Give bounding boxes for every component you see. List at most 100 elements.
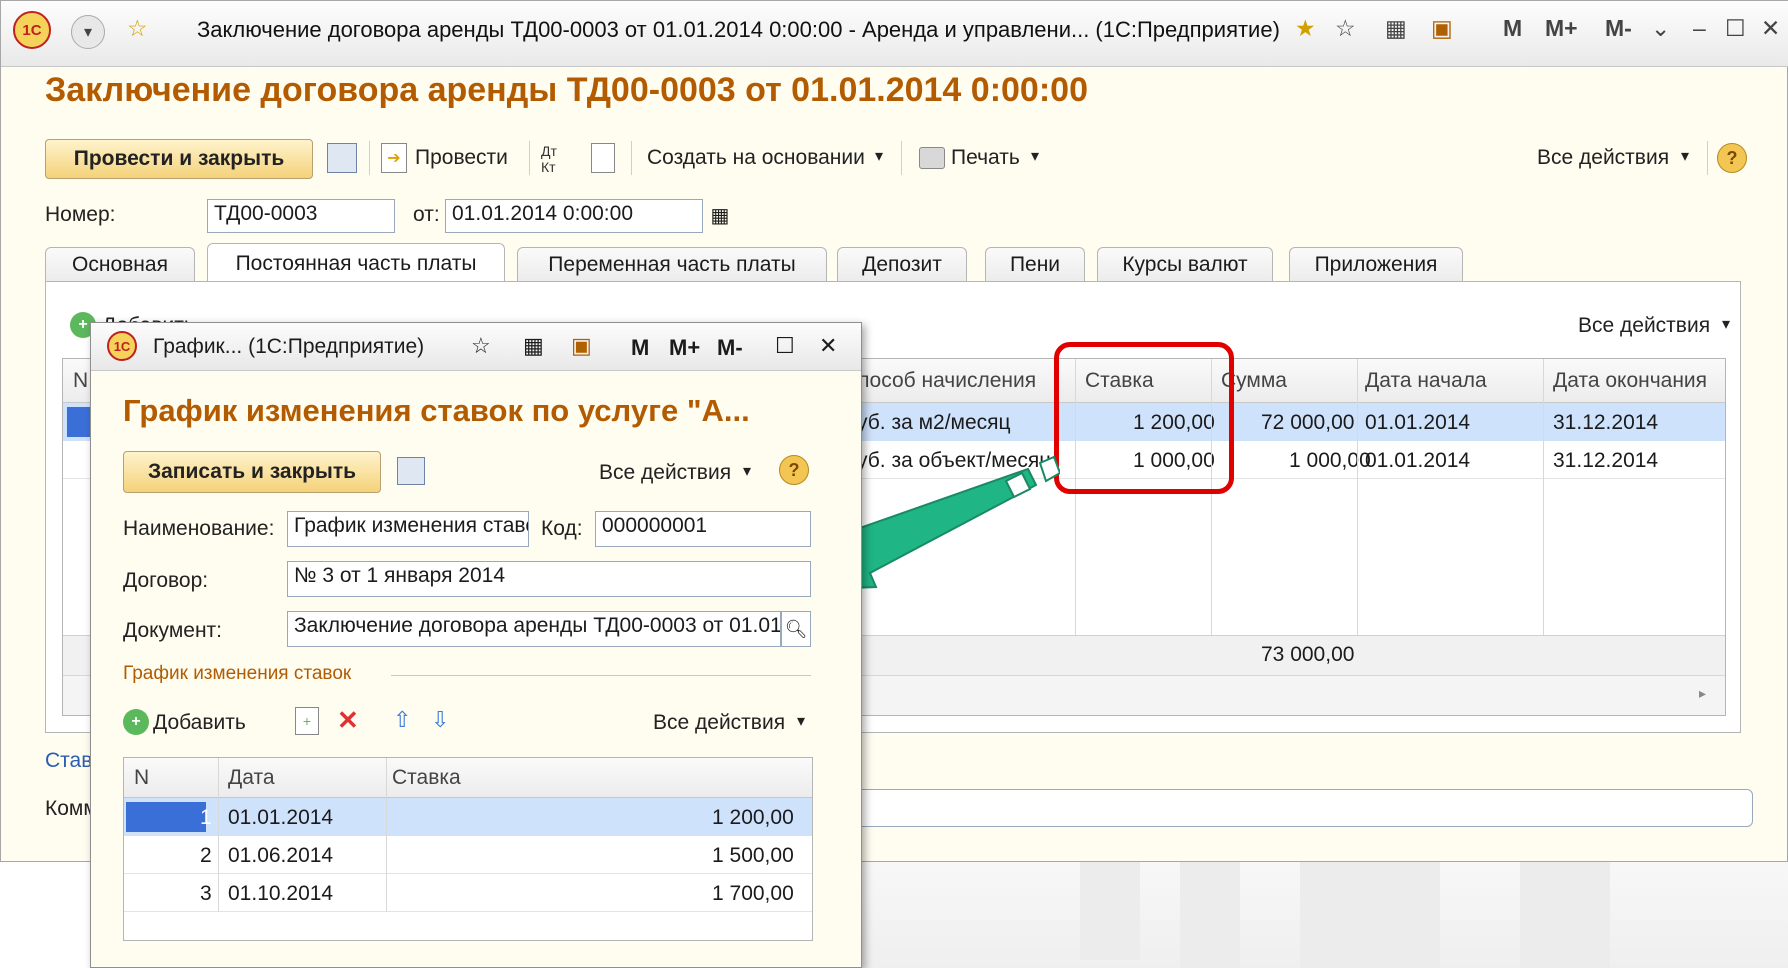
memory-m-button[interactable]: M [1503,15,1522,42]
number-field[interactable]: ТД00-0003 [207,199,395,233]
tab-main[interactable]: Основная [45,247,195,281]
favorite-star-icon[interactable]: ☆ [127,15,148,42]
tab-deposit[interactable]: Депозит [837,247,967,281]
row1-end: 31.12.2014 [1553,411,1659,434]
memory-mminus-button[interactable]: M- [717,335,743,361]
toolbar-divider [529,141,530,175]
app-logo-icon[interactable]: 1С [107,331,137,361]
row2-rate: 1 500,00 [712,844,794,867]
close-icon[interactable]: ✕ [819,333,837,359]
document-field[interactable]: Заключение договора аренды ТД00-0003 от … [287,611,781,647]
calendar-icon[interactable]: ▣ [1431,15,1453,42]
tab-fixed-payment[interactable]: Постоянная часть платы [207,243,505,283]
tab-variable-payment[interactable]: Переменная часть платы [517,247,827,281]
col-rate-header[interactable]: Ставка [392,766,461,790]
title-bar: 1С ▾ ☆ Заключение договора аренды ТД00-0… [1,1,1788,67]
chevron-down-icon[interactable]: ▾ [1681,146,1689,166]
toolbar-divider [901,141,902,175]
bookmark-icon[interactable]: ☆ [471,333,491,359]
delete-icon[interactable]: ✕ [337,705,359,736]
move-up-icon[interactable]: ⇧ [393,707,411,733]
window-title: Заключение договора аренды ТД00-0003 от … [197,17,1280,42]
close-icon[interactable]: ✕ [1761,15,1780,42]
memory-mplus-button[interactable]: M+ [669,335,700,361]
post-button[interactable]: Провести [415,146,508,170]
minimize-icon[interactable]: – [1693,15,1706,42]
scroll-right-icon[interactable]: ▸ [1699,685,1706,702]
contract-field[interactable]: № 3 от 1 января 2014 [287,561,811,597]
chevron-down-icon[interactable]: ⌄ [1651,15,1670,42]
search-icon[interactable]: 🔍︎ [781,611,811,647]
col-end-header[interactable]: Дата окончания [1553,369,1707,393]
dialog-title: График... (1С:Предприятие) [153,335,425,358]
col-divider [386,758,387,912]
calendar-icon[interactable]: ▣ [571,333,592,359]
memory-m-button[interactable]: M [631,335,649,361]
help-icon[interactable]: ? [779,455,809,485]
contract-label: Договор: [123,569,209,592]
save-icon[interactable] [397,457,425,485]
calculator-icon[interactable]: ▦ [523,333,544,359]
all-actions-button[interactable]: Все действия [1537,146,1669,170]
row2-end: 31.12.2014 [1553,449,1659,472]
move-down-icon[interactable]: ⇩ [431,707,449,733]
date-field[interactable]: 01.01.2014 0:00:00 [445,199,703,233]
col-n-header[interactable]: N [73,369,88,393]
col-divider [1357,359,1358,675]
create-based-on-button[interactable]: Создать на основании [647,146,865,170]
chevron-down-icon[interactable]: ▾ [743,461,751,481]
page-title: Заключение договора аренды ТД00-0003 от … [45,71,1088,109]
row1-date: 01.01.2014 [228,806,334,829]
group-title: График изменения ставок [123,663,352,684]
chevron-down-icon[interactable]: ▾ [1722,314,1730,334]
save-icon[interactable] [327,143,357,173]
calculator-icon[interactable]: ▦ [1385,15,1407,42]
add-row-button[interactable]: Добавить [153,711,246,735]
document-icon[interactable] [591,143,615,173]
row1-sum: 72 000,00 [1261,411,1355,434]
col-n-header[interactable]: N [134,766,149,790]
post-and-close-button[interactable]: Провести и закрыть [45,139,313,179]
help-icon[interactable]: ? [1717,143,1747,173]
row1-rate: 1 200,00 [712,806,794,829]
dialog-all-actions-button[interactable]: Все действия [599,461,731,485]
chevron-down-icon[interactable]: ▾ [797,711,805,731]
memory-mplus-button[interactable]: M+ [1545,15,1578,42]
bookmark-icon[interactable]: ☆ [1335,15,1356,42]
chevron-down-icon[interactable]: ▾ [1031,146,1039,166]
post-document-icon[interactable]: ➔ [381,143,407,173]
col-date-header[interactable]: Дата [228,766,275,790]
comment-field[interactable] [845,789,1753,827]
memory-mminus-button[interactable]: M- [1605,15,1632,42]
code-field[interactable]: 000000001 [595,511,811,547]
add-icon[interactable]: + [123,709,149,735]
col-divider [218,758,219,912]
col-method-header[interactable]: Способ начисления [843,369,1036,393]
dt-kt-icon[interactable]: Дт Кт [541,143,557,175]
tab-penalties[interactable]: Пени [985,247,1085,281]
printer-icon[interactable] [919,147,945,169]
grid-all-actions-button[interactable]: Все действия [653,711,785,735]
date-from-label: от: [413,203,440,226]
dialog-header: График изменения ставок по услуге "А... [123,393,750,428]
copy-icon[interactable]: + [295,707,319,735]
col-start-header[interactable]: Дата начала [1365,369,1487,393]
calendar-picker-icon[interactable]: ▦ [707,201,733,229]
grid-all-actions-button[interactable]: Все действия [1578,314,1710,338]
maximize-icon[interactable]: ☐ [1725,15,1746,42]
chevron-down-icon[interactable]: ▾ [875,146,883,166]
save-and-close-button[interactable]: Записать и закрыть [123,451,381,493]
menu-dropdown-icon[interactable]: ▾ [71,15,105,49]
row1-method: Руб. за м2/месяц [843,411,1011,434]
row-selection-marker [126,802,206,832]
print-button[interactable]: Печать [951,146,1020,170]
name-field[interactable]: График изменения ставок [287,511,529,547]
row3-n: 3 [200,882,212,905]
app-logo-icon[interactable]: 1С [13,11,51,49]
toolbar-divider [1707,141,1708,175]
tab-currency-rates[interactable]: Курсы валют [1097,247,1273,281]
favorites-icon[interactable]: ★ [1295,15,1316,42]
maximize-icon[interactable]: ☐ [775,333,795,359]
tab-attachments[interactable]: Приложения [1289,247,1463,281]
schedule-table: N Дата Ставка 1 01.01.2014 1 200,00 2 01… [123,757,813,941]
